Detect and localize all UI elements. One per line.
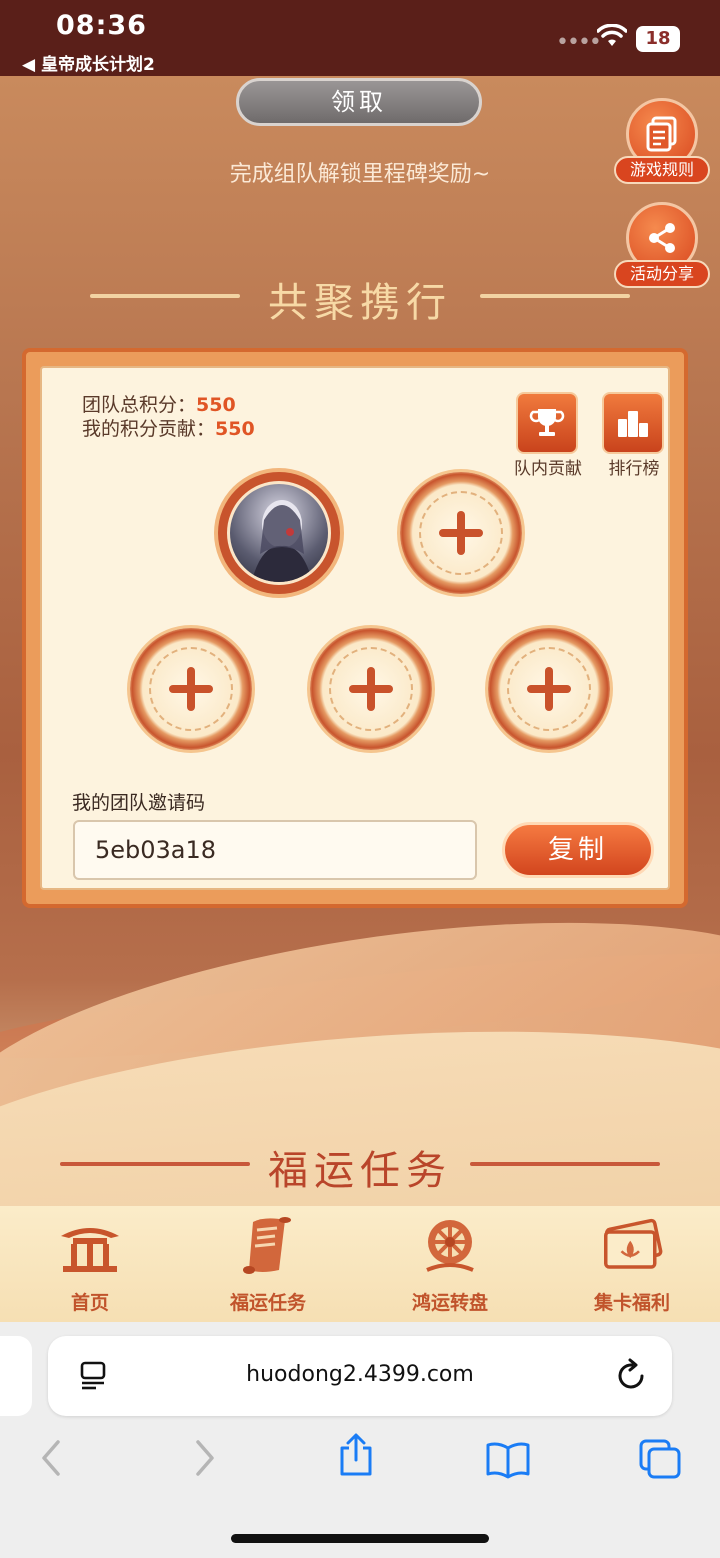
invite-code-label: 我的团队邀请码: [72, 792, 206, 814]
plus-icon: [527, 667, 571, 711]
team-card-body: 团队总积分：550 我的积分贡献：550 队内贡献 排行榜 我的团队邀请码 5e…: [40, 366, 670, 890]
plus-icon: [349, 667, 393, 711]
tabs-icon[interactable]: [638, 1438, 682, 1480]
signal-icon: ••••: [556, 30, 602, 55]
previous-tab-preview[interactable]: [0, 1336, 32, 1416]
empty-member-slot[interactable]: [488, 628, 610, 750]
trophy-icon: [529, 409, 565, 436]
avatar: [227, 481, 331, 585]
plus-icon: [439, 511, 483, 555]
tab-home[interactable]: 首页: [0, 1216, 180, 1320]
empty-member-slot[interactable]: [130, 628, 252, 750]
ranking-label: 排行榜: [608, 459, 660, 479]
leaderboard-icon: [618, 411, 648, 437]
milestone-subtitle: 完成组队解锁里程碑奖励~: [229, 162, 491, 187]
forward-icon[interactable]: [190, 1438, 220, 1478]
scroll-icon: [233, 1216, 303, 1276]
tab-fortune-tasks[interactable]: 福运任务: [178, 1216, 358, 1320]
empty-member-slot[interactable]: [400, 472, 522, 594]
team-contribution-button[interactable]: [516, 392, 578, 454]
ranking-button[interactable]: [602, 392, 664, 454]
my-score-label: 我的积分贡献：: [82, 418, 216, 440]
tab-card-rewards[interactable]: 集卡福利: [542, 1216, 720, 1320]
team-total-score: 团队总积分：550: [82, 390, 236, 417]
plus-icon: [169, 667, 213, 711]
copy-button[interactable]: 复制: [502, 822, 654, 878]
tab-label: 首页: [70, 1292, 109, 1314]
team-contribution-label: 队内贡献: [514, 459, 582, 479]
battery-icon: 18: [636, 26, 680, 52]
pavilion-icon: [55, 1216, 125, 1276]
team-card: 团队总积分：550 我的积分贡献：550 队内贡献 排行榜 我的团队邀请码 5e…: [22, 348, 688, 908]
activity-page: 领取 完成组队解锁里程碑奖励~ 游戏规则 活动分享 共聚携行 团队总积分：550…: [0, 76, 720, 1206]
back-icon[interactable]: [36, 1438, 66, 1478]
cards-icon: [597, 1216, 667, 1276]
team-member-slot-1[interactable]: [218, 472, 340, 594]
wifi-icon: [597, 24, 627, 46]
invite-code-field[interactable]: [73, 820, 477, 880]
my-score-value: 550: [215, 418, 255, 440]
task-section-title: 福运任务: [268, 1148, 452, 1194]
browser-chrome: huodong2.4399.com: [0, 1322, 720, 1558]
status-time: 08:36: [56, 10, 147, 41]
team-section-title: 共聚携行: [268, 280, 452, 326]
tab-lucky-wheel[interactable]: 鸿运转盘: [360, 1216, 540, 1320]
my-contribution-score: 我的积分贡献：550: [82, 414, 255, 441]
empty-member-slot[interactable]: [310, 628, 432, 750]
bottom-tab-bar: 首页 福运任务 鸿运转盘 集卡福利: [0, 1206, 720, 1322]
status-bar: 08:36 ◀ 皇帝成长计划2 •••• 18: [0, 0, 720, 76]
url-text: huodong2.4399.com: [246, 1362, 474, 1387]
claim-button[interactable]: 领取: [236, 78, 482, 126]
team-score-value: 550: [196, 394, 236, 416]
share-sheet-icon[interactable]: [336, 1432, 376, 1478]
wheel-icon: [415, 1216, 485, 1276]
home-indicator: [231, 1534, 489, 1543]
game-rules-label: 游戏规则: [614, 156, 710, 184]
team-score-label: 团队总积分：: [82, 394, 197, 416]
tab-label: 集卡福利: [593, 1292, 670, 1314]
tab-label: 鸿运转盘: [411, 1292, 488, 1314]
bookmarks-icon[interactable]: [484, 1440, 532, 1480]
reload-icon[interactable]: [616, 1358, 648, 1392]
back-to-app-link[interactable]: ◀ 皇帝成长计划2: [22, 50, 155, 75]
address-bar[interactable]: huodong2.4399.com: [48, 1336, 672, 1416]
tab-label: 福运任务: [229, 1292, 306, 1314]
game-rules-button[interactable]: 游戏规则: [614, 98, 710, 192]
